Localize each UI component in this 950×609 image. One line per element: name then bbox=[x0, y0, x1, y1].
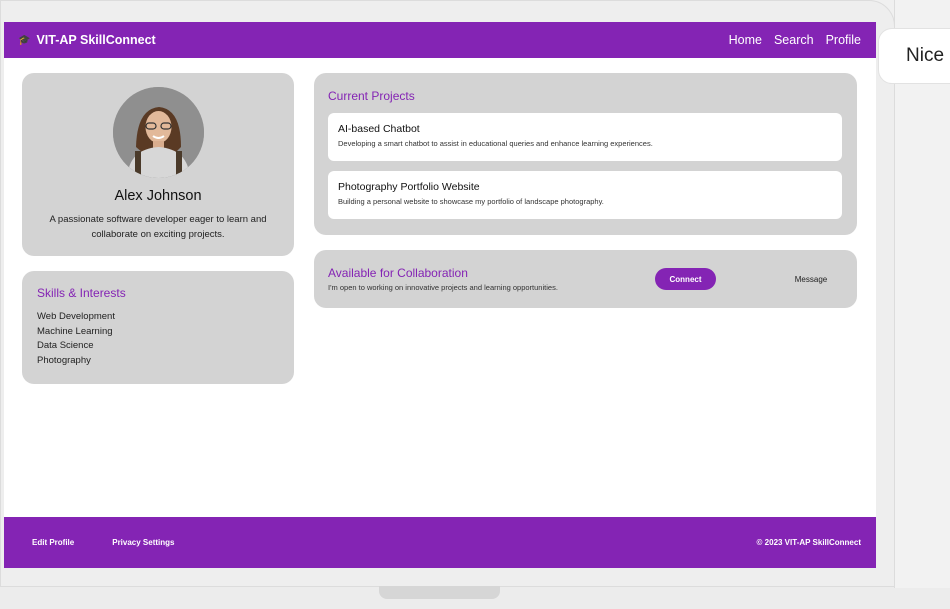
avatar bbox=[113, 87, 204, 178]
project-description: Developing a smart chatbot to assist in … bbox=[338, 139, 653, 148]
profile-name: Alex Johnson bbox=[114, 188, 202, 204]
message-button[interactable]: Message bbox=[781, 268, 841, 290]
projects-title: Current Projects bbox=[328, 89, 415, 103]
toast-message: Nice bbox=[878, 28, 950, 84]
project-title: Photography Portfolio Website bbox=[338, 181, 480, 193]
device-notch bbox=[379, 586, 500, 599]
skill-item: Machine Learning bbox=[37, 325, 113, 337]
project-description: Building a personal website to showcase … bbox=[338, 197, 604, 206]
project-item[interactable]: AI-based Chatbot Developing a smart chat… bbox=[328, 113, 842, 161]
connect-button[interactable]: Connect bbox=[655, 268, 716, 290]
skill-item: Photography bbox=[37, 355, 91, 367]
collaboration-title: Available for Collaboration bbox=[328, 266, 468, 280]
project-title: AI-based Chatbot bbox=[338, 123, 420, 135]
collaboration-description: I'm open to working on innovative projec… bbox=[328, 283, 558, 292]
graduation-cap-icon: 🎓 bbox=[18, 34, 31, 46]
edit-profile-link[interactable]: Edit Profile bbox=[32, 538, 74, 547]
skills-list: Web Development Machine Learning Data Sc… bbox=[37, 310, 279, 369]
brand-name: VIT-AP SkillConnect bbox=[36, 33, 156, 47]
footer-links: Edit Profile Privacy Settings bbox=[32, 538, 174, 547]
footer: Edit Profile Privacy Settings © 2023 VIT… bbox=[4, 517, 876, 568]
nav-home-link[interactable]: Home bbox=[729, 33, 762, 47]
projects-card: Current Projects AI-based Chatbot Develo… bbox=[314, 73, 857, 235]
top-nav-bar: 🎓 VIT-AP SkillConnect Home Search Profil… bbox=[4, 22, 876, 58]
toast-text: Nice bbox=[906, 45, 945, 66]
skill-item: Web Development bbox=[37, 311, 115, 322]
collaboration-card: Available for Collaboration I'm open to … bbox=[314, 250, 857, 308]
nav-search-link[interactable]: Search bbox=[774, 33, 814, 47]
skill-item: Data Science bbox=[37, 340, 94, 352]
skills-card: Skills & Interests Web Development Machi… bbox=[22, 271, 294, 384]
privacy-settings-link[interactable]: Privacy Settings bbox=[112, 538, 174, 547]
copyright-text: © 2023 VIT-AP SkillConnect bbox=[756, 538, 861, 547]
profile-card: Alex Johnson A passionate software devel… bbox=[22, 73, 294, 256]
project-item[interactable]: Photography Portfolio Website Building a… bbox=[328, 171, 842, 219]
profile-bio: A passionate software developer eager to… bbox=[49, 214, 267, 240]
brand[interactable]: 🎓 VIT-AP SkillConnect bbox=[18, 33, 156, 47]
main-nav: Home Search Profile bbox=[729, 33, 861, 47]
app-screen: 🎓 VIT-AP SkillConnect Home Search Profil… bbox=[4, 22, 876, 568]
side-panel bbox=[894, 0, 950, 588]
skills-title: Skills & Interests bbox=[37, 286, 126, 300]
nav-profile-link[interactable]: Profile bbox=[826, 33, 861, 47]
